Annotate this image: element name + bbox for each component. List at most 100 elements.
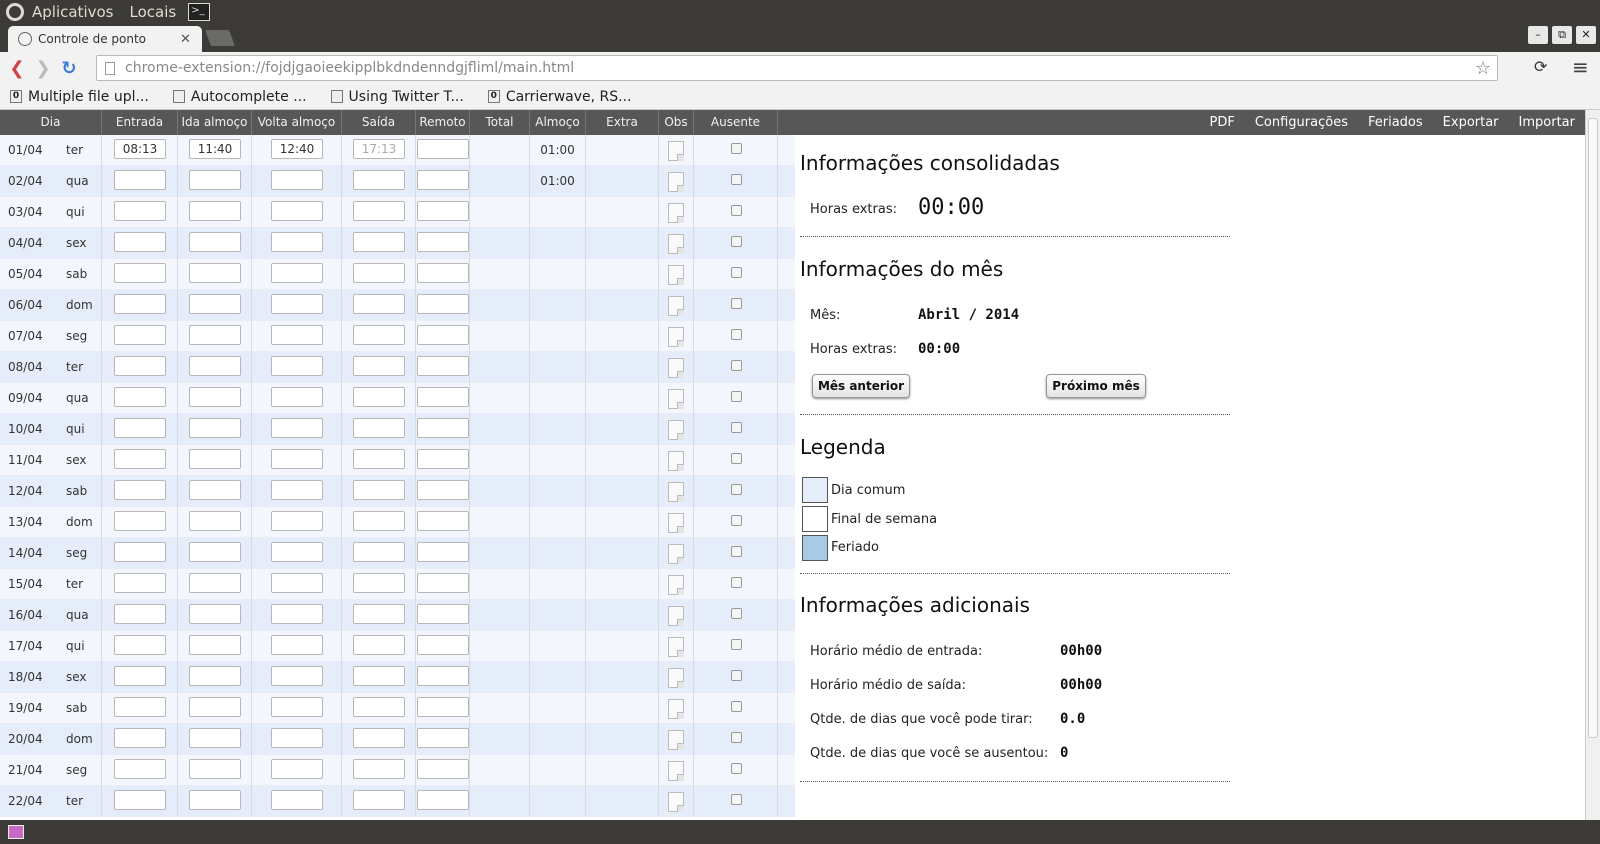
entrada-input[interactable] <box>114 232 166 252</box>
chrome-menu-icon[interactable]: ≡ <box>1572 55 1589 79</box>
volta-almoco-input[interactable] <box>271 697 323 717</box>
note-icon[interactable] <box>668 575 684 595</box>
remoto-input[interactable] <box>417 666 469 686</box>
remoto-input[interactable] <box>417 697 469 717</box>
nav-pdf[interactable]: PDF <box>1210 115 1235 130</box>
ubuntu-logo-icon[interactable] <box>6 3 24 21</box>
ausente-checkbox[interactable] <box>731 391 742 402</box>
ida-almoco-input[interactable] <box>189 232 241 252</box>
nav-importar[interactable]: Importar <box>1519 115 1575 130</box>
ausente-checkbox[interactable] <box>731 546 742 557</box>
saida-input[interactable] <box>353 542 405 562</box>
ausente-checkbox[interactable] <box>731 577 742 588</box>
volta-almoco-input[interactable] <box>271 449 323 469</box>
saida-input[interactable] <box>353 232 405 252</box>
ida-almoco-input[interactable] <box>189 356 241 376</box>
saida-input[interactable] <box>353 449 405 469</box>
remoto-input[interactable] <box>417 418 469 438</box>
volta-almoco-input[interactable] <box>271 511 323 531</box>
volta-almoco-input[interactable] <box>271 356 323 376</box>
remoto-input[interactable] <box>417 790 469 810</box>
remoto-input[interactable] <box>417 604 469 624</box>
volta-almoco-input[interactable] <box>271 294 323 314</box>
minimize-button[interactable]: – <box>1528 26 1548 44</box>
terminal-icon[interactable]: >_ <box>188 3 211 21</box>
reload-icon[interactable]: ↻ <box>56 58 82 79</box>
volta-almoco-input[interactable] <box>271 759 323 779</box>
note-icon[interactable] <box>668 420 684 440</box>
saida-input[interactable] <box>353 697 405 717</box>
note-icon[interactable] <box>668 482 684 502</box>
entrada-input[interactable] <box>114 604 166 624</box>
volta-almoco-input[interactable] <box>271 387 323 407</box>
ausente-checkbox[interactable] <box>731 484 742 495</box>
entrada-input[interactable] <box>114 790 166 810</box>
note-icon[interactable] <box>668 234 684 254</box>
entrada-input[interactable] <box>114 387 166 407</box>
ida-almoco-input[interactable] <box>189 387 241 407</box>
note-icon[interactable] <box>668 792 684 812</box>
entrada-input[interactable] <box>114 356 166 376</box>
ida-almoco-input[interactable] <box>189 635 241 655</box>
tab-close-icon[interactable]: ✕ <box>180 32 194 47</box>
volta-almoco-input[interactable] <box>271 542 323 562</box>
entrada-input[interactable] <box>114 325 166 345</box>
volta-almoco-input[interactable] <box>271 170 323 190</box>
remoto-input[interactable] <box>417 635 469 655</box>
remoto-input[interactable] <box>417 573 469 593</box>
nav-configuracoes[interactable]: Configurações <box>1255 115 1348 130</box>
volta-almoco-input[interactable] <box>271 418 323 438</box>
remoto-input[interactable] <box>417 511 469 531</box>
ausente-checkbox[interactable] <box>731 453 742 464</box>
remoto-input[interactable] <box>417 759 469 779</box>
forward-icon[interactable]: ❯ <box>30 58 56 79</box>
note-icon[interactable] <box>668 265 684 285</box>
note-icon[interactable] <box>668 699 684 719</box>
ausente-checkbox[interactable] <box>731 298 742 309</box>
note-icon[interactable] <box>668 637 684 657</box>
ida-almoco-input[interactable] <box>189 573 241 593</box>
saida-input[interactable] <box>353 666 405 686</box>
volta-almoco-input[interactable] <box>271 635 323 655</box>
remoto-input[interactable] <box>417 542 469 562</box>
note-icon[interactable] <box>668 668 684 688</box>
ida-almoco-input[interactable] <box>189 697 241 717</box>
saida-input[interactable] <box>353 170 405 190</box>
ida-almoco-input[interactable] <box>189 511 241 531</box>
bookmark-item[interactable]: Using Twitter T... <box>330 89 464 105</box>
entrada-input[interactable] <box>114 635 166 655</box>
bookmark-item[interactable]: 0 Multiple file upl... <box>10 89 149 105</box>
entrada-input[interactable] <box>114 294 166 314</box>
entrada-input[interactable] <box>114 728 166 748</box>
entrada-input[interactable]: 08:13 <box>114 139 166 159</box>
ida-almoco-input[interactable] <box>189 170 241 190</box>
volta-almoco-input[interactable] <box>271 201 323 221</box>
saida-input[interactable] <box>353 294 405 314</box>
ausente-checkbox[interactable] <box>731 205 742 216</box>
remoto-input[interactable] <box>417 263 469 283</box>
remoto-input[interactable] <box>417 449 469 469</box>
saida-input[interactable] <box>353 356 405 376</box>
saida-input[interactable] <box>353 604 405 624</box>
ausente-checkbox[interactable] <box>731 174 742 185</box>
saida-input[interactable]: 17:13 <box>353 139 405 159</box>
saida-input[interactable] <box>353 635 405 655</box>
ausente-checkbox[interactable] <box>731 608 742 619</box>
note-icon[interactable] <box>668 296 684 316</box>
volta-almoco-input[interactable] <box>271 790 323 810</box>
entrada-input[interactable] <box>114 263 166 283</box>
note-icon[interactable] <box>668 544 684 564</box>
volta-almoco-input[interactable] <box>271 232 323 252</box>
ausente-checkbox[interactable] <box>731 422 742 433</box>
volta-almoco-input[interactable] <box>271 728 323 748</box>
new-tab-button[interactable] <box>205 30 235 46</box>
saida-input[interactable] <box>353 759 405 779</box>
note-icon[interactable] <box>668 761 684 781</box>
ausente-checkbox[interactable] <box>731 794 742 805</box>
note-icon[interactable] <box>668 730 684 750</box>
saida-input[interactable] <box>353 511 405 531</box>
entrada-input[interactable] <box>114 201 166 221</box>
close-window-button[interactable]: ✕ <box>1576 26 1596 44</box>
note-icon[interactable] <box>668 327 684 347</box>
entrada-input[interactable] <box>114 697 166 717</box>
